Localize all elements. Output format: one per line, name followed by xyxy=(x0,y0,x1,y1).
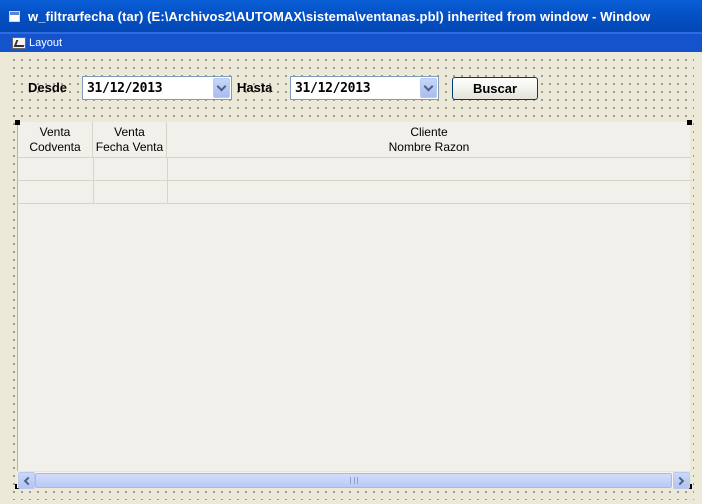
hasta-date-picker[interactable]: 31/12/2013 xyxy=(290,76,439,100)
column-header-line2: Nombre Razon xyxy=(388,140,470,154)
horizontal-scrollbar[interactable] xyxy=(17,471,690,489)
scroll-left-button[interactable] xyxy=(18,472,35,489)
column-header-line2: Fecha Venta xyxy=(95,140,164,154)
grip-icon xyxy=(349,477,358,484)
chevron-down-icon xyxy=(423,81,434,91)
chevron-down-icon xyxy=(216,81,227,91)
header-separator xyxy=(18,157,691,158)
hasta-date-value[interactable]: 31/12/2013 xyxy=(291,81,420,96)
column-header-line2: Codventa xyxy=(29,140,81,154)
column-header-line1: Cliente xyxy=(410,125,448,139)
layout-icon xyxy=(12,37,26,49)
hasta-dropdown-button[interactable] xyxy=(420,78,437,98)
chevron-right-icon xyxy=(675,476,685,485)
column-header-line1: Venta xyxy=(39,125,71,139)
desde-date-value[interactable]: 31/12/2013 xyxy=(83,81,213,96)
right-border xyxy=(694,52,702,504)
scroll-right-button[interactable] xyxy=(673,472,690,489)
window-title: w_filtrarfecha (tar) (E:\Archivos2\AUTOM… xyxy=(28,8,651,24)
chevron-left-icon xyxy=(23,476,33,485)
desde-dropdown-button[interactable] xyxy=(213,78,230,98)
column-header-cliente[interactable]: Cliente Nombre Razon xyxy=(167,122,691,157)
window-icon[interactable] xyxy=(9,10,20,22)
desde-date-picker[interactable]: 31/12/2013 xyxy=(82,76,232,100)
results-datawindow[interactable]: Venta Codventa Venta Fecha Venta Cliente… xyxy=(17,122,691,486)
resize-handle[interactable] xyxy=(687,120,692,125)
scrollbar-thumb[interactable] xyxy=(35,473,672,488)
layout-panel-title: Layout xyxy=(29,37,63,49)
column-separator xyxy=(93,157,94,203)
window-title-bar[interactable]: w_filtrarfecha (tar) (E:\Archivos2\AUTOM… xyxy=(0,0,702,32)
buscar-button[interactable]: Buscar xyxy=(452,77,538,100)
row-separator xyxy=(18,180,691,181)
layout-panel-header: Layout xyxy=(0,32,702,52)
column-header-line1: Venta xyxy=(114,125,145,139)
column-header-fecha-venta[interactable]: Venta Fecha Venta xyxy=(93,122,167,157)
row-separator xyxy=(18,203,691,204)
column-separator xyxy=(167,157,168,203)
left-border xyxy=(0,52,8,504)
hasta-label: Hasta xyxy=(237,80,273,95)
desde-label: Desde xyxy=(28,80,68,95)
column-header-codventa[interactable]: Venta Codventa xyxy=(18,122,93,157)
resize-handle[interactable] xyxy=(15,120,20,125)
